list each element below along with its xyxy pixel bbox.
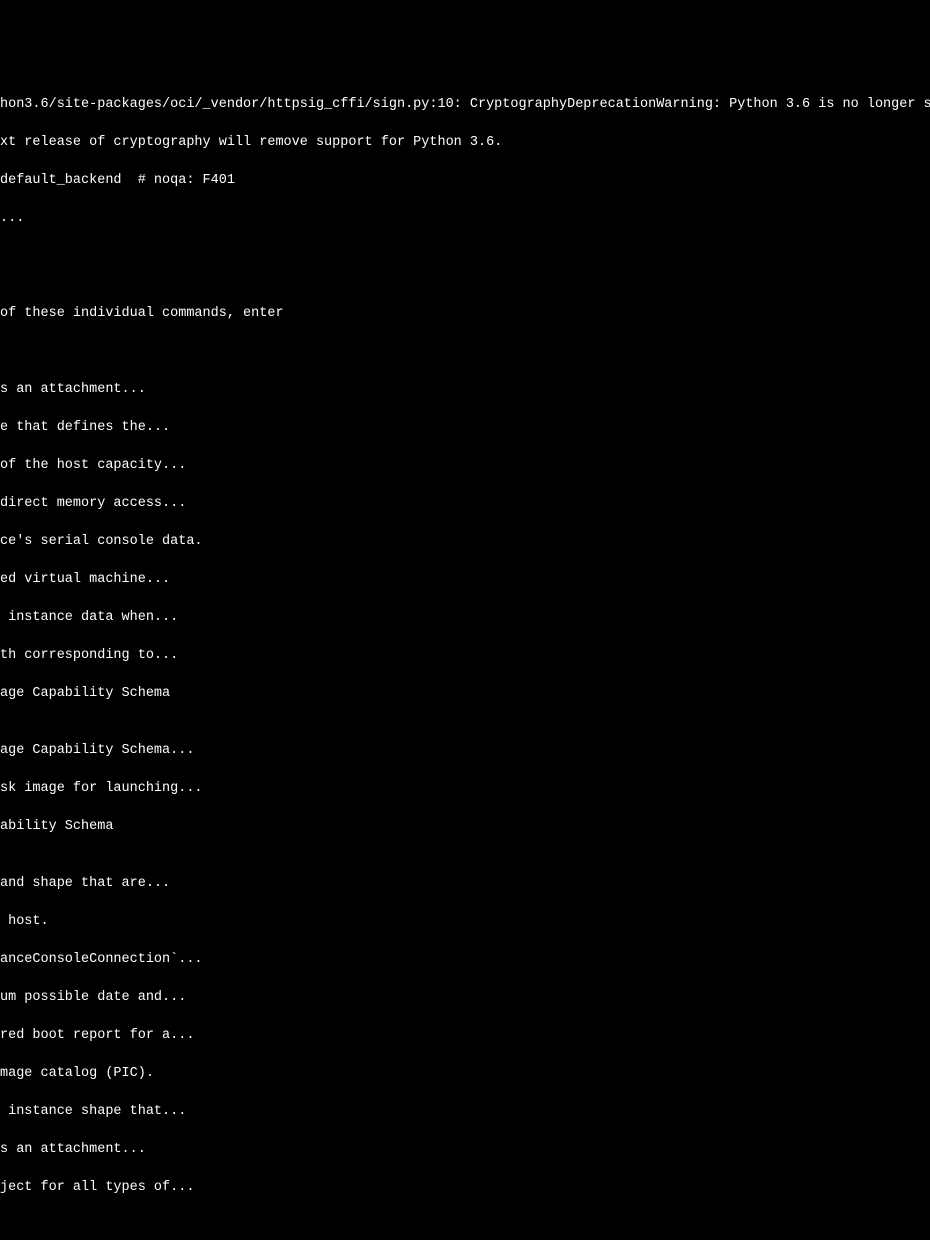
terminal-line: and shape that are... <box>0 874 930 893</box>
terminal-line: xt release of cryptography will remove s… <box>0 133 930 152</box>
terminal-line: th corresponding to... <box>0 646 930 665</box>
terminal-line: host. <box>0 912 930 931</box>
terminal-line: default_backend # noqa: F401 <box>0 171 930 190</box>
terminal-line: ce's serial console data. <box>0 532 930 551</box>
terminal-line: direct memory access... <box>0 494 930 513</box>
terminal-line: of these individual commands, enter <box>0 304 930 323</box>
terminal-line: age Capability Schema <box>0 684 930 703</box>
terminal-line: anceConsoleConnection`... <box>0 950 930 969</box>
terminal-line: mage catalog (PIC). <box>0 1064 930 1083</box>
terminal-line: e that defines the... <box>0 418 930 437</box>
terminal-line: ject for all types of... <box>0 1178 930 1197</box>
terminal-line: instance data when... <box>0 608 930 627</box>
terminal-line: age Capability Schema... <box>0 741 930 760</box>
terminal-line: instance shape that... <box>0 1102 930 1121</box>
terminal-line: um possible date and... <box>0 988 930 1007</box>
terminal-line: red boot report for a... <box>0 1026 930 1045</box>
terminal-line: ability Schema <box>0 817 930 836</box>
terminal-line: ... <box>0 209 930 228</box>
terminal-line: hon3.6/site-packages/oci/_vendor/httpsig… <box>0 95 930 114</box>
terminal-line: s an attachment... <box>0 380 930 399</box>
terminal-output[interactable]: hon3.6/site-packages/oci/_vendor/httpsig… <box>0 76 930 1216</box>
terminal-line: of the host capacity... <box>0 456 930 475</box>
terminal-line: sk image for launching... <box>0 779 930 798</box>
terminal-line: ed virtual machine... <box>0 570 930 589</box>
terminal-line: s an attachment... <box>0 1140 930 1159</box>
